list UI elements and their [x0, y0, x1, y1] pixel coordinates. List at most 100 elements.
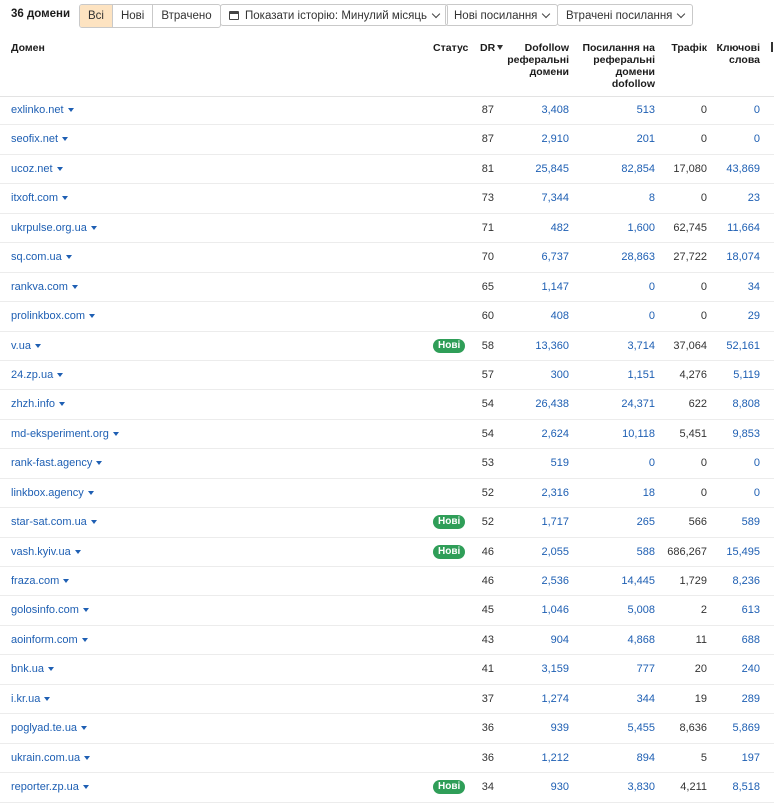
caret-down-icon[interactable]: [56, 166, 63, 171]
keywords-link[interactable]: 613: [715, 596, 760, 624]
dofollow-links-link[interactable]: 344: [590, 685, 655, 713]
domain-link[interactable]: bnk.ua: [11, 655, 55, 683]
caret-down-icon[interactable]: [88, 314, 95, 319]
ref-domains-link[interactable]: 3,408: [510, 96, 569, 124]
dofollow-links-link[interactable]: 588: [590, 538, 655, 566]
dofollow-links-link[interactable]: 513: [590, 96, 655, 124]
filter-new-button[interactable]: Нові: [111, 5, 152, 27]
ref-domains-link[interactable]: 300: [510, 361, 569, 389]
ref-domains-link[interactable]: 1,717: [510, 508, 569, 536]
caret-down-icon[interactable]: [84, 755, 91, 760]
dofollow-links-link[interactable]: 14,445: [590, 567, 655, 595]
caret-down-icon[interactable]: [48, 667, 55, 672]
caret-down-icon[interactable]: [65, 255, 72, 260]
lost-links-dropdown[interactable]: Втрачені посилання: [557, 4, 694, 26]
ref-domains-link[interactable]: 1,274: [510, 685, 569, 713]
domain-link[interactable]: prolinkbox.com: [11, 302, 95, 330]
caret-down-icon[interactable]: [96, 461, 103, 466]
caret-down-icon[interactable]: [34, 343, 41, 348]
dofollow-links-link[interactable]: 4,868: [590, 626, 655, 654]
caret-down-icon[interactable]: [90, 225, 97, 230]
domain-link[interactable]: poglyad.te.ua: [11, 714, 88, 742]
ref-domains-link[interactable]: 2,624: [510, 420, 569, 448]
ref-domains-link[interactable]: 26,438: [510, 390, 569, 418]
caret-down-icon[interactable]: [87, 490, 94, 495]
column-domain[interactable]: Домен: [11, 42, 45, 54]
domain-link[interactable]: linkbox.agency: [11, 479, 94, 507]
caret-down-icon[interactable]: [90, 520, 97, 525]
filter-lost-button[interactable]: Втрачено: [152, 5, 219, 27]
ref-domains-link[interactable]: 939: [510, 714, 569, 742]
domain-link[interactable]: exlinko.net: [11, 96, 74, 124]
keywords-link[interactable]: 8,518: [715, 773, 760, 801]
caret-down-icon[interactable]: [44, 696, 51, 701]
ref-domains-link[interactable]: 1,147: [510, 273, 569, 301]
filter-all-button[interactable]: Всі: [80, 5, 112, 27]
domain-link[interactable]: 24.zp.ua: [11, 361, 64, 389]
ref-domains-link[interactable]: 7,344: [510, 184, 569, 212]
caret-down-icon[interactable]: [67, 108, 74, 112]
caret-down-icon[interactable]: [71, 284, 78, 289]
domain-link[interactable]: rank-fast.agency: [11, 449, 103, 477]
domain-link[interactable]: ukrain.com.ua: [11, 744, 91, 772]
domain-link[interactable]: i.kr.ua: [11, 685, 51, 713]
ref-domains-link[interactable]: 13,360: [510, 332, 569, 360]
dofollow-links-link[interactable]: 3,830: [590, 773, 655, 801]
domain-link[interactable]: ucoz.net: [11, 155, 63, 183]
column-keywords[interactable]: Ключові слова: [715, 42, 760, 66]
keywords-link[interactable]: 9,853: [715, 420, 760, 448]
domain-link[interactable]: reporter.zp.ua: [11, 773, 89, 801]
caret-down-icon[interactable]: [74, 549, 81, 554]
column-status[interactable]: Статус: [433, 42, 468, 54]
caret-down-icon[interactable]: [62, 196, 69, 201]
caret-down-icon[interactable]: [81, 637, 88, 642]
history-dropdown[interactable]: Показати історію: Минулий місяць: [220, 4, 448, 26]
domain-link[interactable]: zhzh.info: [11, 390, 66, 418]
dofollow-links-link[interactable]: 777: [590, 655, 655, 683]
keywords-link[interactable]: 0: [715, 479, 760, 507]
dofollow-links-link[interactable]: 0: [590, 273, 655, 301]
keywords-link[interactable]: 688: [715, 626, 760, 654]
caret-down-icon[interactable]: [59, 402, 66, 407]
ref-domains-link[interactable]: 904: [510, 626, 569, 654]
dofollow-links-link[interactable]: 82,854: [590, 155, 655, 183]
ref-domains-link[interactable]: 3,159: [510, 655, 569, 683]
caret-down-icon[interactable]: [82, 608, 89, 613]
domain-link[interactable]: itxoft.com: [11, 184, 69, 212]
domain-link[interactable]: vash.kyiv.ua: [11, 538, 81, 566]
caret-down-icon[interactable]: [81, 726, 88, 731]
keywords-link[interactable]: 240: [715, 655, 760, 683]
domain-link[interactable]: aoinform.com: [11, 626, 88, 654]
ref-domains-link[interactable]: 2,536: [510, 567, 569, 595]
dofollow-links-link[interactable]: 28,863: [590, 243, 655, 271]
dofollow-links-link[interactable]: 18: [590, 479, 655, 507]
keywords-link[interactable]: 8,808: [715, 390, 760, 418]
dofollow-links-link[interactable]: 1,600: [590, 214, 655, 242]
ref-domains-link[interactable]: 2,316: [510, 479, 569, 507]
dofollow-links-link[interactable]: 3,714: [590, 332, 655, 360]
domain-link[interactable]: sq.com.ua: [11, 243, 72, 271]
domain-link[interactable]: star-sat.com.ua: [11, 508, 97, 536]
keywords-link[interactable]: 43,869: [715, 155, 760, 183]
caret-down-icon[interactable]: [63, 579, 70, 583]
dofollow-links-link[interactable]: 24,371: [590, 390, 655, 418]
dofollow-links-link[interactable]: 5,008: [590, 596, 655, 624]
ref-domains-link[interactable]: 519: [510, 449, 569, 477]
keywords-link[interactable]: 5,869: [715, 714, 760, 742]
keywords-link[interactable]: 23: [715, 184, 760, 212]
caret-down-icon[interactable]: [82, 785, 89, 790]
keywords-link[interactable]: 15,495: [715, 538, 760, 566]
keywords-link[interactable]: 0: [715, 96, 760, 124]
keywords-link[interactable]: 52,161: [715, 332, 760, 360]
ref-domains-link[interactable]: 2,055: [510, 538, 569, 566]
keywords-link[interactable]: 5,119: [715, 361, 760, 389]
column-traffic[interactable]: Трафік: [665, 42, 707, 54]
dofollow-links-link[interactable]: 0: [590, 302, 655, 330]
caret-down-icon[interactable]: [112, 431, 119, 436]
domain-link[interactable]: fraza.com: [11, 567, 70, 595]
keywords-link[interactable]: 8,236: [715, 567, 760, 595]
dofollow-links-link[interactable]: 0: [590, 449, 655, 477]
ref-domains-link[interactable]: 930: [510, 773, 569, 801]
dofollow-links-link[interactable]: 201: [590, 125, 655, 153]
keywords-link[interactable]: 0: [715, 125, 760, 153]
